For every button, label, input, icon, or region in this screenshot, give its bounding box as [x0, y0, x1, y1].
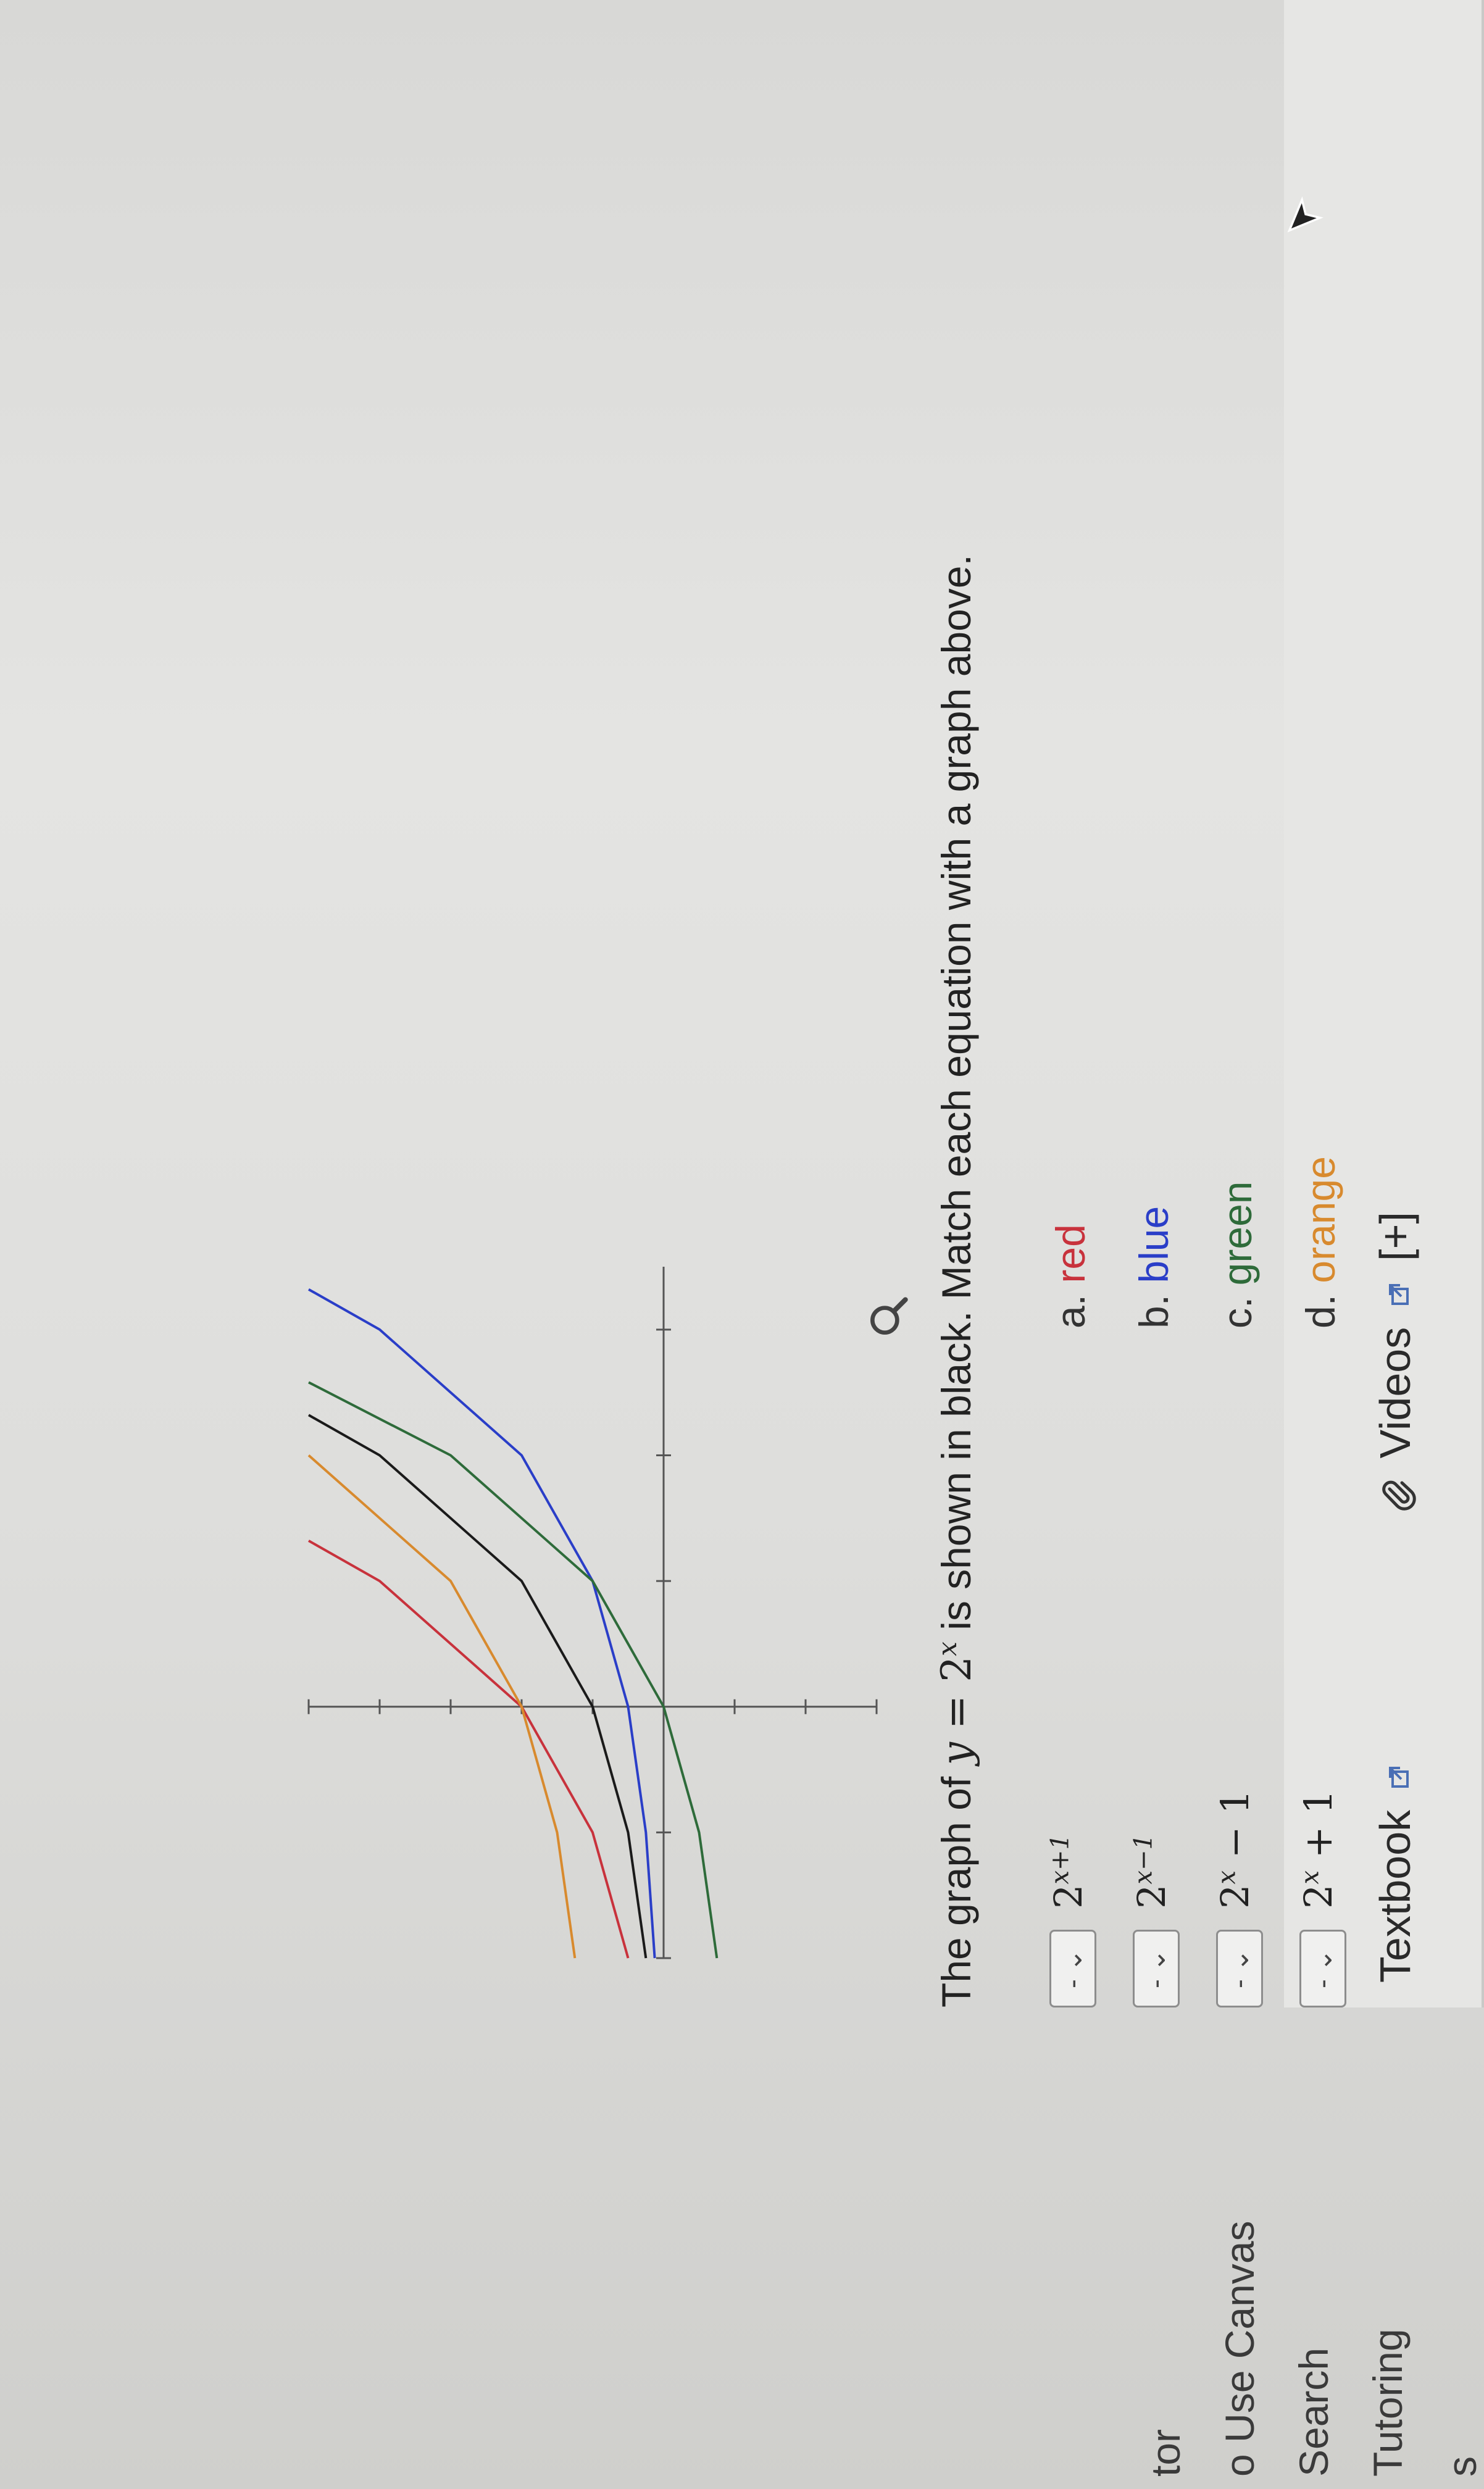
curve-series-1: [308, 1540, 630, 1959]
answer-dropdown[interactable]: - ⌄: [1299, 1930, 1346, 2007]
sidebar-item-search[interactable]: Search: [1290, 2348, 1337, 2477]
equation-base: 2: [1046, 1884, 1091, 1909]
answer-dropdown[interactable]: - ⌄: [1133, 1930, 1180, 2007]
answer-dropdown[interactable]: - ⌄: [1216, 1930, 1263, 2007]
equation-base: 2: [1129, 1884, 1174, 1909]
equation-label: 2x−1: [1129, 1834, 1174, 1909]
question-suffix: is shown in black. Match each equation w…: [933, 554, 979, 1642]
course-sidebar: s Tutoring Search o Use Canvas tor: [0, 2057, 1484, 2489]
curve-series-3: [308, 1381, 719, 1959]
graph-curves: [307, 1288, 719, 1959]
question-content: Textbook Videos [+] The graph of y = 2x …: [0, 0, 1484, 2007]
mouse-cursor-icon: [1287, 196, 1324, 233]
sidebar-item-tutor[interactable]: tor: [1142, 2429, 1189, 2477]
exponential-graph: [307, 1267, 878, 1959]
equation-exponent: x: [1296, 1870, 1325, 1885]
equation-base: 2: [1296, 1884, 1341, 1909]
zoom-magnifier-icon[interactable]: [864, 1291, 914, 1341]
choice-color-name: blue: [1131, 1206, 1177, 1283]
question-exponent: x: [932, 1641, 962, 1656]
question-equals: = 2: [933, 1656, 980, 1743]
choice-letter: b.: [1131, 1283, 1177, 1328]
equation-base: 2: [1212, 1884, 1257, 1909]
equation-tail: + 1: [1296, 1790, 1341, 1870]
choice-label: b. blue: [1130, 1206, 1177, 1328]
matching-row: - ⌄ 2x−1 b. blue: [1129, 773, 1207, 2007]
curve-series-2: [308, 1288, 656, 1959]
choice-label: d. orange: [1297, 1156, 1344, 1328]
choice-letter: d.: [1298, 1283, 1343, 1328]
matching-row: - ⌄ 2x − 1 c. green: [1212, 773, 1290, 2007]
graph-axes: [307, 1267, 878, 1959]
answer-dropdown[interactable]: - ⌄: [1049, 1930, 1096, 2007]
choice-letter: a.: [1048, 1283, 1093, 1328]
equation-exponent: x+1: [1046, 1834, 1075, 1885]
sidebar-item-partial-top[interactable]: s: [1438, 2456, 1484, 2477]
sidebar-item-tutoring[interactable]: Tutoring: [1364, 2328, 1411, 2477]
choice-label: c. green: [1214, 1182, 1261, 1329]
choice-color-name: orange: [1298, 1156, 1343, 1283]
choice-letter: c.: [1214, 1285, 1260, 1328]
question-prompt: The graph of y = 2x is shown in black. M…: [932, 0, 980, 2007]
equation-exponent: x−1: [1129, 1834, 1158, 1885]
choice-color-name: red: [1048, 1224, 1093, 1283]
equation-label: 2x − 1: [1212, 1790, 1257, 1909]
choice-color-name: green: [1214, 1181, 1260, 1286]
equation-label: 2x + 1: [1296, 1790, 1341, 1909]
matching-list: - ⌄ 2x+1 a. red - ⌄ 2x−1 b. blue - ⌄ 2x …: [1046, 156, 1482, 2007]
question-prefix: The graph of: [933, 1765, 979, 2007]
question-var-y: y: [933, 1742, 980, 1766]
equation-label: 2x+1: [1046, 1834, 1091, 1909]
matching-row: - ⌄ 2x + 1 d. orange: [1296, 773, 1374, 2007]
photo-stage: s Tutoring Search o Use Canvas tor Textb…: [0, 0, 1484, 2489]
matching-row: - ⌄ 2x+1 a. red: [1046, 773, 1123, 2007]
choice-label: a. red: [1047, 1224, 1094, 1328]
sidebar-item-use-canvas[interactable]: o Use Canvas: [1216, 2220, 1263, 2477]
equation-exponent: x: [1212, 1870, 1241, 1885]
equation-tail: − 1: [1212, 1790, 1257, 1870]
curve-series-0: [308, 1414, 648, 1959]
